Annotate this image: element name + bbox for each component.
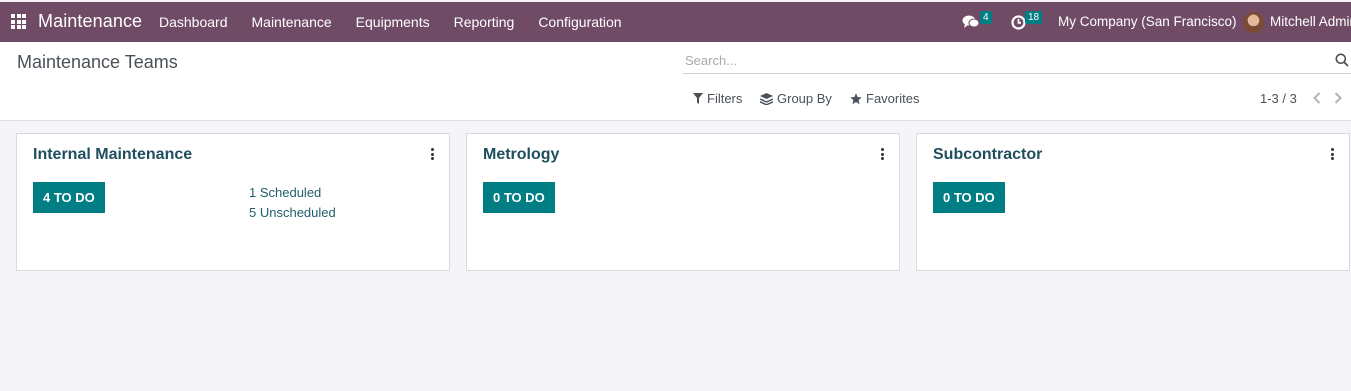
chevron-right-icon [1334,92,1342,104]
unscheduled-link[interactable]: 5 Unscheduled [249,205,336,220]
menu-item-configuration[interactable]: Configuration [526,2,633,42]
team-name[interactable]: Subcontractor [933,146,1042,164]
page-title: Maintenance Teams [17,52,178,72]
todo-button[interactable]: 0 TO DO [483,182,555,213]
team-card-metrology[interactable]: Metrology 0 TO DO [466,133,900,271]
favorites-button[interactable]: Favorites [850,91,919,106]
layers-icon [760,92,773,105]
apps-menu-icon[interactable] [11,14,26,29]
app-name[interactable]: Maintenance [38,11,142,32]
card-menu-icon[interactable] [429,147,435,161]
team-name[interactable]: Internal Maintenance [33,146,192,164]
menu-item-reporting[interactable]: Reporting [442,2,527,42]
group-by-label: Group By [777,91,832,106]
menu-item-maintenance[interactable]: Maintenance [240,2,344,42]
filters-button[interactable]: Filters [693,91,742,106]
control-panel: Maintenance Teams Filters Group By Favor… [0,42,1351,121]
team-card-internal-maintenance[interactable]: Internal Maintenance 4 TO DO 1 Scheduled… [16,133,450,271]
user-menu[interactable]: Mitchell Admin [1270,2,1351,42]
pager-next-button[interactable] [1331,90,1345,106]
chevron-left-icon [1313,92,1321,104]
todo-button[interactable]: 4 TO DO [33,182,105,213]
search-input[interactable] [683,48,1323,72]
main-menu: Dashboard Maintenance Equipments Reporti… [147,2,634,42]
chat-icon [962,15,980,28]
team-card-subcontractor[interactable]: Subcontractor 0 TO DO [916,133,1350,271]
user-avatar[interactable] [1243,12,1264,33]
card-menu-icon[interactable] [879,147,885,161]
messages-count-badge: 4 [980,11,992,24]
filter-icon [693,93,703,104]
activities-button[interactable] [1011,2,1026,42]
group-by-button[interactable]: Group By [760,91,832,106]
clock-icon [1011,14,1026,30]
search-bar [683,48,1351,74]
todo-button[interactable]: 0 TO DO [933,182,1005,213]
menu-item-equipments[interactable]: Equipments [344,2,442,42]
filters-label: Filters [707,91,743,106]
star-icon [850,92,862,104]
team-name[interactable]: Metrology [483,146,559,164]
messages-button[interactable] [962,2,980,42]
pager-value[interactable]: 1-3 / 3 [1260,91,1297,106]
menu-item-dashboard[interactable]: Dashboard [147,2,240,42]
activities-count-badge: 18 [1025,11,1043,24]
scheduled-link[interactable]: 1 Scheduled [249,185,321,200]
pager-previous-button[interactable] [1310,90,1324,106]
search-icon[interactable] [1335,53,1349,67]
favorites-label: Favorites [866,91,920,106]
company-switcher[interactable]: My Company (San Francisco) [1058,2,1237,42]
card-menu-icon[interactable] [1329,147,1335,161]
top-navbar: Maintenance Dashboard Maintenance Equipm… [0,2,1351,42]
